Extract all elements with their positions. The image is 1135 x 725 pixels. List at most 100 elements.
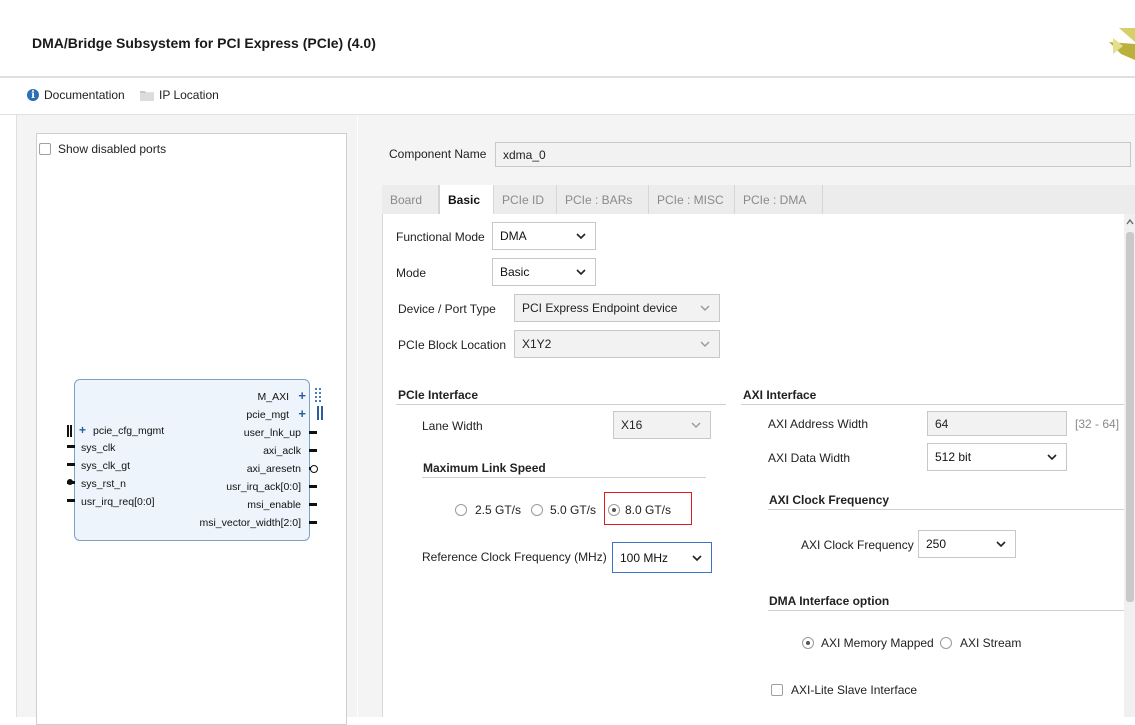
checkbox-box[interactable] [39,143,51,155]
axi-interface-title: AXI Interface [743,388,817,402]
port-pin [67,445,75,448]
tab-basic[interactable]: Basic [439,185,494,215]
component-name-label: Component Name [389,147,487,161]
axi-memory-mapped-label: AXI Memory Mapped [821,636,934,650]
axi-lite-slave-checkbox[interactable] [771,684,783,696]
chevron-down-icon [700,305,710,311]
port-pin [309,449,317,452]
active-low-dot [310,465,318,473]
port-label: usr_irq_ack[0:0] [226,481,301,493]
plus-icon[interactable]: + [298,388,306,403]
device-port-type-value: PCI Express Endpoint device [522,301,678,315]
info-icon: i [27,89,39,101]
axi-clock-frequency-value: 250 [926,537,947,551]
lane-width-label: Lane Width [422,419,483,433]
tab-label: Basic [448,193,481,207]
axi-stream-radio[interactable] [940,637,952,649]
port-pin [67,499,75,502]
tab-label: PCIe : MISC [657,192,724,207]
bus-pin [70,425,72,437]
chevron-down-icon [700,341,710,347]
scroll-up-icon[interactable] [1125,218,1135,226]
axi-data-width-select[interactable]: 512 bit [927,443,1067,471]
port-label: msi_vector_width[2:0] [199,517,301,529]
speed-8-0-radio[interactable] [608,504,620,516]
tab-pcie-dma[interactable]: PCIe : DMA [735,185,823,214]
port-pin [67,463,75,466]
axi-stream-label: AXI Stream [960,636,1022,650]
speed-2-5-label: 2.5 GT/s [475,503,522,517]
chevron-down-icon [996,541,1006,548]
ref-clock-value: 100 MHz [620,550,669,565]
scrollbar-thumb[interactable] [1126,232,1134,602]
port-label: sys_rst_n [81,478,126,490]
divider [741,404,1124,405]
port-pin [309,521,317,524]
speed-2-5-radio[interactable] [455,504,467,516]
ref-clock-label: Reference Clock Frequency (MHz) [422,550,607,564]
chevron-down-icon [692,555,702,562]
axi-clock-frequency-select[interactable]: 250 [918,530,1016,558]
port-label: user_lnk_up [243,427,301,439]
show-disabled-ports-checkbox[interactable]: Show disabled ports [39,142,166,156]
tab-pcie-misc[interactable]: PCIe : MISC [649,185,735,214]
pcie-interface-title: PCIe Interface [398,388,479,402]
chevron-down-icon [691,422,701,428]
tab-board[interactable]: Board [382,185,439,214]
speed-5-0-radio[interactable] [531,504,543,516]
plus-icon[interactable]: + [79,423,86,437]
axi-address-width-value: 64 [935,416,949,431]
show-disabled-ports-label: Show disabled ports [58,142,167,156]
pcie-block-location-value: X1Y2 [522,337,552,351]
tab-pcie-bars[interactable]: PCIe : BARs [557,185,649,214]
chevron-down-icon [1047,454,1057,461]
port-label: pcie_mgt [246,409,289,421]
speed-5-0-label: 5.0 GT/s [550,503,597,517]
functional-mode-select[interactable]: DMA [492,222,596,250]
chevron-down-icon [576,269,586,276]
port-label: axi_aclk [263,445,301,457]
chevron-down-icon [576,233,586,240]
speed-8-0-label: 8.0 GT/s [625,503,672,517]
plus-icon[interactable]: + [298,406,306,421]
divider [768,610,1124,611]
bus-pin [317,406,319,420]
folder-icon [140,90,154,101]
documentation-button[interactable]: i Documentation [27,88,125,102]
bus-pin [321,406,323,420]
tab-label: PCIe : DMA [743,192,807,207]
axi-data-width-value: 512 bit [935,450,972,464]
mode-value: Basic [500,265,530,279]
port-label: pcie_cfg_mgmt [93,425,165,437]
mode-select[interactable]: Basic [492,258,596,286]
ref-clock-select[interactable]: 100 MHz [612,542,712,573]
bus-pin [319,388,323,402]
ip-location-button[interactable]: IP Location [140,88,219,102]
axi-address-width-field[interactable]: 64 [927,411,1067,436]
port-label: sys_clk [81,442,116,454]
pcie-block-location-label: PCIe Block Location [398,338,507,352]
port-label: msi_enable [247,499,301,511]
lane-width-select[interactable]: X16 [613,411,711,439]
component-name-field[interactable]: xdma_0 [495,142,1131,167]
axi-clock-frequency-label: AXI Clock Frequency [801,538,914,552]
port-label: usr_irq_req[0:0] [81,496,155,508]
divider [768,509,1124,510]
axi-data-width-label: AXI Data Width [768,451,851,465]
axi-lite-slave-label: AXI-Lite Slave Interface [791,683,918,697]
port-pin [309,503,317,506]
dma-interface-section-title: DMA Interface option [769,594,890,608]
device-port-type-select[interactable]: PCI Express Endpoint device [514,294,720,322]
port-label: axi_aresetn [246,463,301,475]
pcie-block-location-select[interactable]: X1Y2 [514,330,720,358]
tab-bar: Board Basic PCIe ID PCIe : BARs PCIe : M… [382,185,1135,215]
axi-memory-mapped-radio[interactable] [802,637,814,649]
max-link-speed-title: Maximum Link Speed [423,461,546,475]
tab-pcie-id[interactable]: PCIe ID [494,185,557,214]
functional-mode-value: DMA [500,229,527,243]
divider [396,404,726,405]
mode-label: Mode [396,266,427,280]
port-pin [309,485,317,488]
port-pin [309,431,317,434]
port-label: sys_clk_gt [81,460,131,472]
